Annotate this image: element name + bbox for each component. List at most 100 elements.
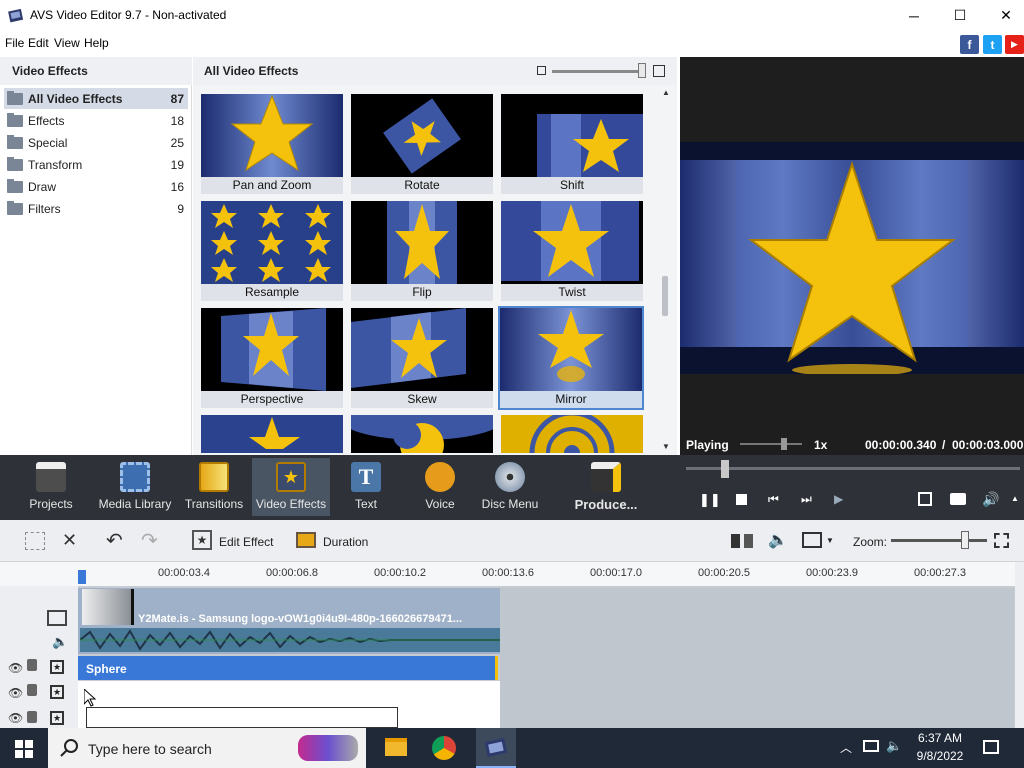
scroll-up-icon[interactable]: ▲ — [662, 88, 670, 97]
redo-icon[interactable]: ↷ — [141, 528, 158, 553]
large-thumbnail-icon[interactable] — [653, 65, 665, 77]
video-effects-button[interactable]: ★ Video Effects — [252, 458, 330, 516]
disc-menu-button[interactable]: Disc Menu — [478, 458, 542, 516]
eye-icon[interactable]: 👁 — [8, 711, 23, 725]
eye-icon[interactable]: 👁 — [8, 661, 23, 675]
playhead-marker[interactable] — [78, 570, 86, 584]
zoom-slider[interactable] — [891, 539, 987, 542]
effect-tile-partial[interactable] — [351, 415, 493, 453]
effect-tile-twist[interactable]: Twist — [501, 201, 643, 301]
edit-effect-icon[interactable]: ★ — [192, 530, 212, 550]
zoom-slider-handle[interactable] — [961, 531, 969, 549]
aspect-ratio-icon[interactable] — [802, 532, 822, 548]
menu-view[interactable]: View — [54, 36, 80, 50]
effect-clip-sphere[interactable] — [78, 656, 498, 680]
clock-date[interactable]: 9/8/2022 — [912, 749, 968, 763]
projects-button[interactable]: Projects — [22, 458, 80, 516]
eye-icon[interactable]: 👁 — [8, 686, 23, 700]
facebook-icon[interactable]: f — [960, 35, 979, 54]
mouse-cursor-icon — [84, 689, 96, 707]
split-clip-icon[interactable] — [731, 534, 753, 548]
menu-help[interactable]: Help — [84, 36, 109, 50]
ruler-tick: 00:00:03.4 — [158, 567, 210, 579]
edit-effect-button[interactable]: Edit Effect — [219, 535, 273, 549]
lock-icon[interactable] — [27, 711, 37, 723]
transitions-button[interactable]: Transitions — [184, 458, 244, 516]
chrome-icon[interactable] — [432, 736, 456, 760]
effect-tile-resample[interactable]: Resample — [201, 201, 343, 301]
category-special[interactable]: Special 25 — [4, 132, 188, 153]
speed-slider[interactable] — [740, 443, 802, 445]
youtube-icon[interactable]: ▶ — [1005, 35, 1024, 54]
tray-chevron-icon[interactable]: ︿ — [840, 739, 852, 756]
effect-tile-partial[interactable] — [501, 415, 643, 453]
text-button[interactable]: T Text — [340, 458, 392, 516]
small-thumbnail-icon[interactable] — [537, 66, 546, 75]
aspect-ratio-dropdown-icon[interactable]: ▼ — [826, 536, 834, 545]
ruler-tick: 00:00:27.3 — [914, 567, 966, 579]
produce-button[interactable]: Produce... — [566, 458, 646, 516]
timeline-scrollbar[interactable] — [1015, 562, 1024, 728]
voice-button[interactable]: Voice — [412, 458, 468, 516]
maximize-button[interactable]: ☐ — [937, 0, 983, 31]
lock-icon[interactable] — [27, 684, 37, 696]
notifications-icon[interactable] — [983, 740, 999, 754]
audio-mixer-icon[interactable]: 🔈 — [768, 530, 788, 550]
menu-edit[interactable]: Edit — [28, 36, 49, 50]
previous-frame-icon[interactable]: ⏮ — [768, 492, 779, 507]
lock-icon[interactable] — [27, 659, 37, 671]
file-explorer-icon[interactable] — [385, 738, 407, 756]
category-all-video-effects[interactable]: All Video Effects 87 — [4, 88, 188, 109]
microphone-icon — [425, 462, 455, 492]
network-icon[interactable] — [863, 740, 879, 752]
grid-scrollbar-thumb[interactable] — [662, 276, 668, 316]
playback-progress[interactable] — [686, 467, 1020, 470]
grid-scrollbar[interactable] — [659, 86, 673, 453]
playback-progress-handle[interactable] — [721, 460, 729, 478]
folder-icon — [7, 201, 23, 215]
delete-icon[interactable]: ✕ — [62, 530, 77, 551]
minimize-button[interactable]: ─ — [891, 0, 937, 31]
volume-icon[interactable]: 🔊 — [982, 491, 999, 508]
category-filters[interactable]: Filters 9 — [4, 198, 188, 219]
effect-label: Perspective — [201, 391, 343, 408]
effect-tile-shift[interactable]: Shift — [501, 94, 643, 194]
windows-start-icon[interactable] — [15, 740, 33, 758]
clock-time[interactable]: 6:37 AM — [916, 731, 964, 745]
toolbar-label: Text — [354, 497, 377, 511]
undo-icon[interactable]: ↶ — [106, 528, 123, 553]
avs-taskbar-icon[interactable] — [476, 728, 516, 768]
drop-target-outline — [86, 707, 398, 728]
volume-tray-icon[interactable]: 🔈 — [886, 738, 902, 754]
category-effects[interactable]: Effects 18 — [4, 110, 188, 131]
media-library-button[interactable]: Media Library — [98, 458, 172, 516]
pause-icon[interactable]: ❚❚ — [699, 492, 721, 508]
category-draw[interactable]: Draw 16 — [4, 176, 188, 197]
category-transform[interactable]: Transform 19 — [4, 154, 188, 175]
fullscreen-icon[interactable] — [918, 492, 932, 506]
snapshot-camera-icon[interactable] — [950, 493, 966, 505]
effect-tile-perspective[interactable]: Perspective — [201, 308, 343, 408]
close-button[interactable]: ✕ — [983, 0, 1024, 31]
fit-timeline-icon[interactable] — [994, 533, 1009, 548]
effect-tile-mirror[interactable]: Mirror — [498, 306, 644, 410]
duration-button[interactable]: Duration — [323, 535, 368, 549]
menu-file[interactable]: File — [5, 36, 24, 50]
volume-dropdown-icon[interactable]: ▲ — [1011, 494, 1019, 503]
thumbnail-size-slider-handle[interactable] — [638, 63, 646, 78]
effect-tile-flip[interactable]: Flip — [351, 201, 493, 301]
twitter-icon[interactable]: t — [983, 35, 1002, 54]
effect-tile-rotate[interactable]: Rotate — [351, 94, 493, 194]
duration-icon[interactable] — [296, 532, 316, 548]
storyboard-view-icon[interactable] — [25, 532, 45, 550]
scroll-down-icon[interactable]: ▼ — [662, 442, 670, 451]
effect-tile-partial[interactable] — [201, 415, 343, 453]
next-frame-icon[interactable]: ⏭ — [801, 492, 812, 507]
speed-slider-handle[interactable] — [781, 438, 787, 450]
effect-tile-skew[interactable]: Skew — [351, 308, 493, 408]
thumbnail-size-slider[interactable] — [552, 70, 644, 73]
timeline-empty-area[interactable] — [500, 588, 1014, 728]
stop-icon[interactable] — [736, 494, 747, 505]
split-icon[interactable]: ▶ — [834, 492, 843, 506]
effect-tile-pan-and-zoom[interactable]: Pan and Zoom — [201, 94, 343, 194]
